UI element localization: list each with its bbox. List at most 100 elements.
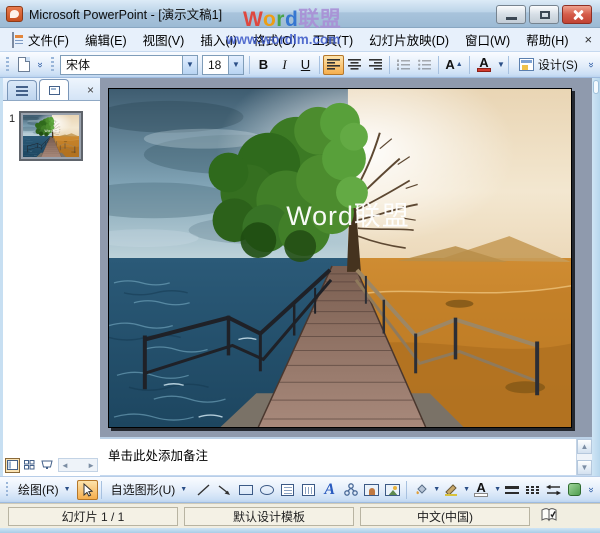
chevron-down-icon[interactable]: ▼: [494, 486, 501, 493]
align-left-button[interactable]: [323, 55, 344, 75]
text-box-button[interactable]: [277, 480, 298, 500]
clip-art-button[interactable]: [361, 480, 382, 500]
italic-button[interactable]: I: [274, 55, 295, 75]
normal-view-button[interactable]: [5, 458, 20, 473]
diagram-button[interactable]: [340, 480, 361, 500]
arrow-icon: [218, 484, 231, 496]
close-document-button[interactable]: ×: [577, 32, 600, 47]
underline-icon: U: [301, 57, 310, 72]
tab-slides[interactable]: [39, 79, 69, 100]
slide-canvas[interactable]: [108, 88, 572, 428]
chevron-down-icon: ▼: [64, 486, 71, 493]
editor-column: 单击此处添加备注 ▲ ▼: [100, 78, 592, 476]
slide-design-button[interactable]: 设计(S): [512, 55, 585, 75]
vertical-text-box-button[interactable]: [298, 480, 319, 500]
chevron-down-icon[interactable]: ▼: [497, 60, 505, 69]
right-scroll-area[interactable]: [592, 78, 600, 476]
menu-item-file[interactable]: 文件(F): [20, 27, 77, 52]
line-color-button[interactable]: [440, 480, 461, 500]
rectangle-icon: [239, 485, 253, 495]
italic-icon: I: [282, 57, 286, 73]
font-color-swatch: [477, 68, 491, 72]
menu-item-window[interactable]: 窗口(W): [457, 27, 518, 52]
toolbar-grip[interactable]: [51, 57, 54, 73]
chevron-down-icon[interactable]: ▼: [433, 486, 440, 493]
chevron-down-icon[interactable]: ▼: [228, 56, 243, 74]
language-indicator[interactable]: 中文(中国): [360, 507, 530, 526]
toolbar-grip[interactable]: [6, 482, 8, 498]
arrow-button[interactable]: [214, 480, 235, 500]
notes-placeholder[interactable]: 单击此处添加备注: [100, 439, 592, 470]
separator: [508, 56, 509, 74]
slide-sorter-icon: [24, 460, 35, 470]
align-right-icon: [369, 59, 382, 70]
numbered-list-button[interactable]: [393, 55, 414, 75]
menu-item-help[interactable]: 帮助(H): [518, 27, 576, 52]
draw-menu-button[interactable]: 绘图(R) ▼: [12, 480, 77, 500]
font-size-combo[interactable]: 18 ▼: [202, 55, 244, 75]
fill-color-button[interactable]: [410, 480, 431, 500]
font-name-combo[interactable]: 宋体 ▼: [60, 55, 198, 75]
formatting-toolbar: » 宋体 ▼ 18 ▼ B I U A: [0, 52, 600, 78]
powerpoint-app-icon: [6, 6, 23, 22]
slideshow-view-button[interactable]: [39, 458, 54, 473]
notes-scrollbar[interactable]: ▲ ▼: [576, 439, 592, 475]
wordart-icon: A: [324, 483, 335, 497]
menu-item-edit[interactable]: 编辑(E): [77, 27, 135, 52]
spellcheck-status[interactable]: [540, 507, 558, 525]
tab-outline[interactable]: [7, 80, 37, 100]
line-button[interactable]: [193, 480, 214, 500]
numbered-list-icon: [397, 59, 410, 70]
line-style-button[interactable]: [501, 480, 522, 500]
wordart-button[interactable]: A: [319, 480, 340, 500]
menu-bar: 文件(F) 编辑(E) 视图(V) 插入(I) 格式(O) 工具(T) 幻灯片放…: [0, 28, 600, 52]
chevron-down-icon[interactable]: ▼: [182, 56, 197, 74]
chevron-down-icon[interactable]: ▼: [463, 486, 470, 493]
draw-menu-label: 绘图(R): [18, 481, 59, 498]
oval-icon: [260, 485, 274, 495]
bold-icon: B: [259, 57, 268, 72]
bullet-list-button[interactable]: [414, 55, 435, 75]
toolbar-grip[interactable]: [6, 57, 9, 73]
align-center-button[interactable]: [344, 55, 365, 75]
slide-thumbnail[interactable]: [19, 111, 83, 161]
toolbar-options-chevron[interactable]: »: [31, 58, 51, 71]
maximize-button[interactable]: [529, 5, 559, 24]
bold-button[interactable]: B: [253, 55, 274, 75]
minimize-button[interactable]: [496, 5, 526, 24]
close-panel-button[interactable]: ×: [83, 83, 98, 97]
arrow-style-button[interactable]: [543, 480, 564, 500]
dash-style-icon: [526, 485, 540, 495]
notes-pane[interactable]: 单击此处添加备注 ▲ ▼: [100, 437, 592, 476]
menu-item-view[interactable]: 视图(V): [135, 27, 193, 52]
insert-picture-button[interactable]: [382, 480, 403, 500]
separator: [249, 56, 250, 74]
increase-font-size-button[interactable]: A ▲: [442, 55, 466, 75]
slide-thumbnail-list: 1: [3, 101, 100, 456]
scroll-right-icon[interactable]: ►: [87, 461, 95, 470]
scroll-left-icon[interactable]: ◄: [61, 461, 69, 470]
autoshapes-button[interactable]: 自选图形(U) ▼: [105, 480, 194, 500]
toolbar-options-chevron[interactable]: »: [582, 483, 600, 496]
design-template-indicator[interactable]: 默认设计模板: [184, 507, 354, 526]
line-color-icon: [444, 483, 458, 496]
rectangle-button[interactable]: [235, 480, 256, 500]
close-button[interactable]: [562, 5, 592, 24]
dash-style-button[interactable]: [522, 480, 543, 500]
underline-button[interactable]: U: [295, 55, 316, 75]
drawing-toolbar: 绘图(R) ▼ 自选图形(U) ▼ A ▼: [0, 476, 600, 503]
slide-sorter-view-button[interactable]: [22, 458, 37, 473]
scroll-up-icon[interactable]: ▲: [577, 439, 592, 454]
separator: [319, 56, 320, 74]
drawing-font-color-button[interactable]: A: [470, 480, 492, 500]
horizontal-scrollbar[interactable]: ◄ ►: [58, 458, 98, 472]
select-objects-button[interactable]: [77, 480, 98, 500]
scroll-down-icon[interactable]: ▼: [577, 460, 592, 475]
scrollbar-thumb[interactable]: [593, 80, 599, 94]
status-bar: 幻灯片 1 / 1 默认设计模板 中文(中国): [0, 503, 600, 528]
font-color-button[interactable]: A: [473, 55, 495, 75]
oval-button[interactable]: [256, 480, 277, 500]
toolbar-options-chevron[interactable]: »: [582, 58, 600, 71]
align-right-button[interactable]: [365, 55, 386, 75]
menu-item-slideshow[interactable]: 幻灯片放映(D): [361, 27, 457, 52]
